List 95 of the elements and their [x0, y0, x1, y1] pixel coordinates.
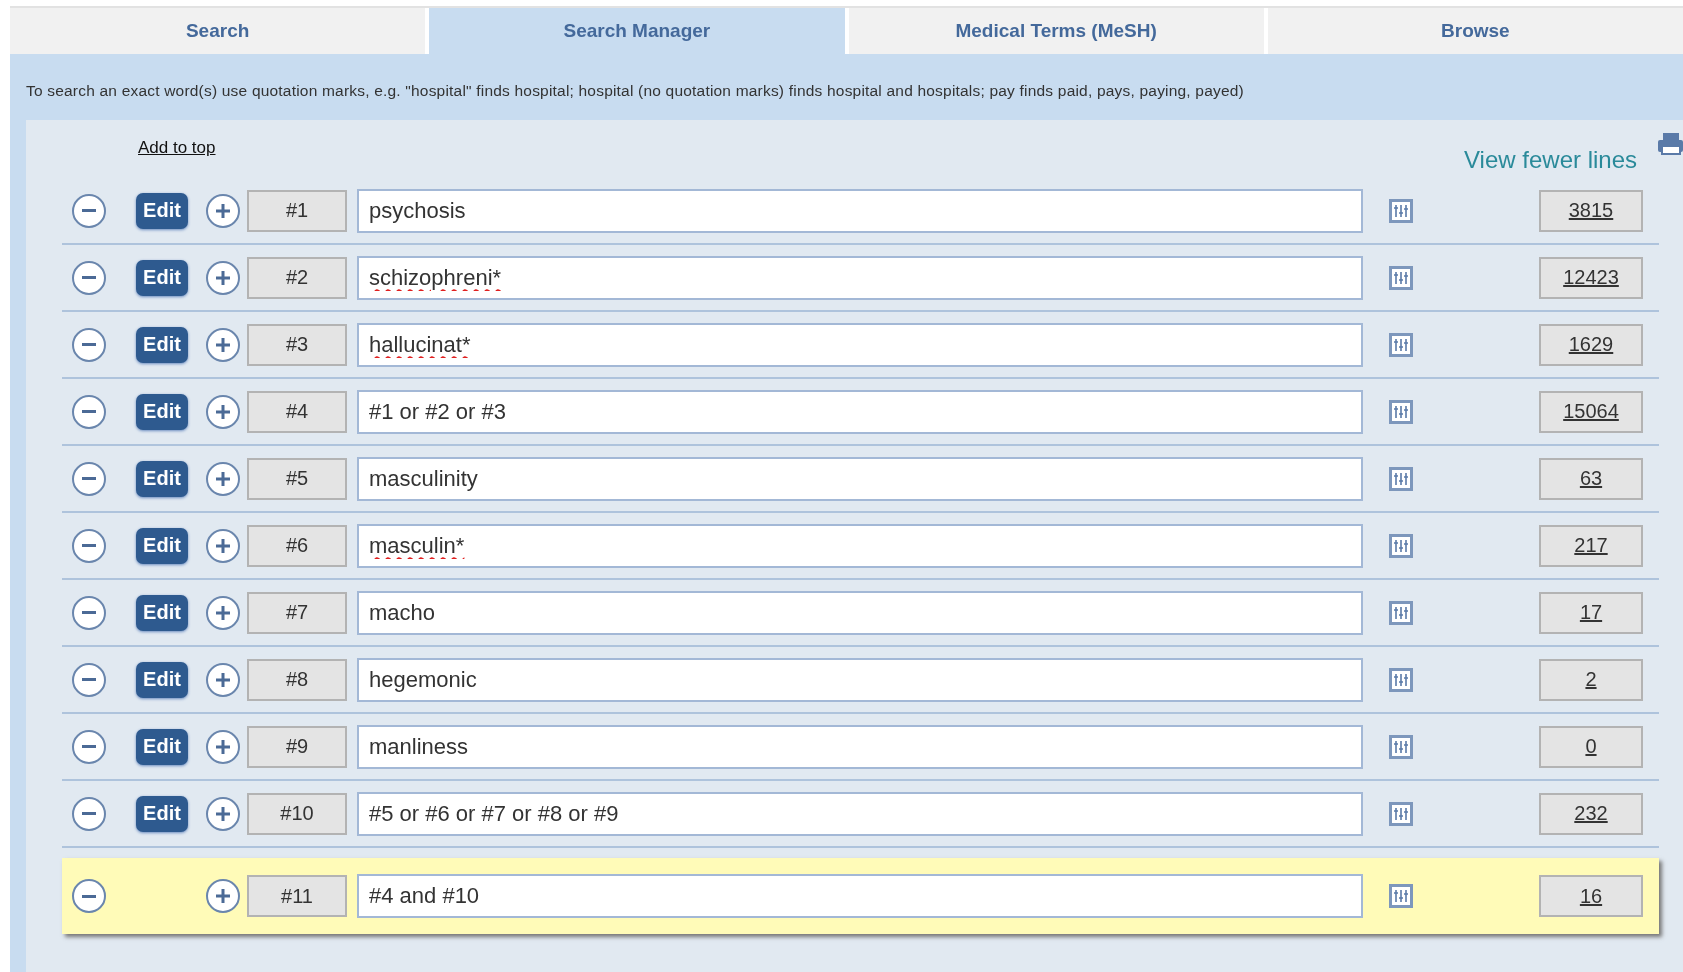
result-count[interactable]: 12423: [1539, 256, 1643, 299]
minus-icon: [82, 812, 96, 815]
result-count[interactable]: 17: [1539, 591, 1643, 634]
query-field[interactable]: masculin*: [357, 523, 1363, 568]
minus-icon: [82, 678, 96, 681]
line-number: #10: [247, 792, 347, 835]
sliders-icon[interactable]: [1389, 466, 1413, 491]
tab[interactable]: Browse: [1267, 8, 1683, 54]
remove-button[interactable]: [72, 193, 106, 228]
query-field[interactable]: manliness: [357, 724, 1363, 769]
query-field[interactable]: hegemonic: [357, 657, 1363, 702]
add-button[interactable]: [206, 260, 240, 295]
add-button[interactable]: [206, 528, 240, 563]
remove-button[interactable]: [72, 595, 106, 630]
remove-button[interactable]: [72, 327, 106, 362]
edit-button[interactable]: Edit: [136, 527, 188, 564]
minus-icon: [82, 894, 96, 898]
query-field[interactable]: #1 or #2 or #3: [357, 389, 1363, 434]
result-count[interactable]: 15064: [1539, 390, 1643, 433]
tab[interactable]: Medical Terms (MeSH): [848, 8, 1264, 54]
remove-button[interactable]: [72, 260, 106, 295]
edit-button[interactable]: Edit: [136, 259, 188, 296]
result-count[interactable]: 63: [1539, 457, 1643, 500]
sliders-icon[interactable]: [1389, 667, 1413, 692]
add-button[interactable]: [206, 879, 240, 913]
plus-icon: [213, 886, 233, 906]
result-count[interactable]: 0: [1539, 725, 1643, 768]
add-button[interactable]: [206, 662, 240, 697]
minus-icon: [82, 745, 96, 748]
remove-button[interactable]: [72, 394, 106, 429]
add-button[interactable]: [206, 193, 240, 228]
line-number: #1: [247, 189, 347, 232]
query-field[interactable]: masculinity: [357, 456, 1363, 501]
edit-button[interactable]: Edit: [136, 192, 188, 229]
edit-button[interactable]: Edit: [136, 661, 188, 698]
remove-button[interactable]: [72, 662, 106, 697]
minus-icon: [82, 410, 96, 413]
minus-icon: [82, 276, 96, 279]
tab[interactable]: Search: [10, 8, 426, 54]
remove-button[interactable]: [72, 528, 106, 563]
query-field[interactable]: macho: [357, 590, 1363, 635]
tab[interactable]: Search Manager: [429, 8, 845, 54]
remove-button[interactable]: [72, 796, 106, 831]
line-number: #11: [247, 875, 347, 917]
edit-button[interactable]: Edit: [136, 795, 188, 832]
add-button[interactable]: [206, 796, 240, 831]
sliders-icon[interactable]: [1389, 801, 1413, 826]
edit-button[interactable]: Edit: [136, 594, 188, 631]
line-number: #4: [247, 390, 347, 433]
remove-button[interactable]: [72, 729, 106, 764]
line-number: #7: [247, 591, 347, 634]
edit-button[interactable]: Edit: [136, 326, 188, 363]
edit-button[interactable]: Edit: [136, 460, 188, 497]
add-button[interactable]: [206, 461, 240, 496]
minus-icon: [82, 477, 96, 480]
sliders-icon[interactable]: [1389, 399, 1413, 424]
query-field[interactable]: hallucinat*: [357, 322, 1363, 367]
remove-button[interactable]: [72, 461, 106, 496]
query-field[interactable]: #4 and #10: [357, 874, 1363, 918]
minus-icon: [82, 343, 96, 346]
remove-button[interactable]: [72, 879, 106, 913]
result-count[interactable]: 1629: [1539, 323, 1643, 366]
add-button[interactable]: [206, 327, 240, 362]
line-number: #6: [247, 524, 347, 567]
result-count[interactable]: 16: [1539, 875, 1643, 917]
result-count[interactable]: 232: [1539, 792, 1643, 835]
add-button[interactable]: [206, 394, 240, 429]
print-icon[interactable]: [1657, 132, 1683, 158]
line-number: #2: [247, 256, 347, 299]
minus-icon: [82, 611, 96, 614]
add-button[interactable]: [206, 729, 240, 764]
result-count[interactable]: 2: [1539, 658, 1643, 701]
add-button[interactable]: [206, 595, 240, 630]
sliders-icon[interactable]: [1389, 734, 1413, 759]
line-number: #8: [247, 658, 347, 701]
sliders-icon[interactable]: [1389, 884, 1413, 908]
query-field[interactable]: psychosis: [357, 188, 1363, 233]
edit-button[interactable]: Edit: [136, 728, 188, 765]
search-hint: To search an exact word(s) use quotation marks, e.g. "hospital" finds hospital; hospital (no quotation marks) finds hospital and hospitals; pay finds paid, pays, paying, payed): [26, 82, 1245, 100]
result-count[interactable]: 217: [1539, 524, 1643, 567]
edit-button[interactable]: Edit: [136, 393, 188, 430]
line-number: #5: [247, 457, 347, 500]
result-count[interactable]: 3815: [1539, 189, 1643, 232]
minus-icon: [82, 209, 96, 212]
query-field[interactable]: #5 or #6 or #7 or #8 or #9: [357, 791, 1363, 836]
sliders-icon[interactable]: [1389, 600, 1413, 625]
sliders-icon[interactable]: [1389, 265, 1413, 290]
add-to-top-link[interactable]: Add to top: [138, 138, 216, 158]
sliders-icon[interactable]: [1389, 198, 1413, 223]
query-field[interactable]: schizophreni*: [357, 255, 1363, 300]
sliders-icon[interactable]: [1389, 533, 1413, 558]
minus-icon: [82, 544, 96, 547]
line-number: #9: [247, 725, 347, 768]
line-number: #3: [247, 323, 347, 366]
sliders-icon[interactable]: [1389, 332, 1413, 357]
